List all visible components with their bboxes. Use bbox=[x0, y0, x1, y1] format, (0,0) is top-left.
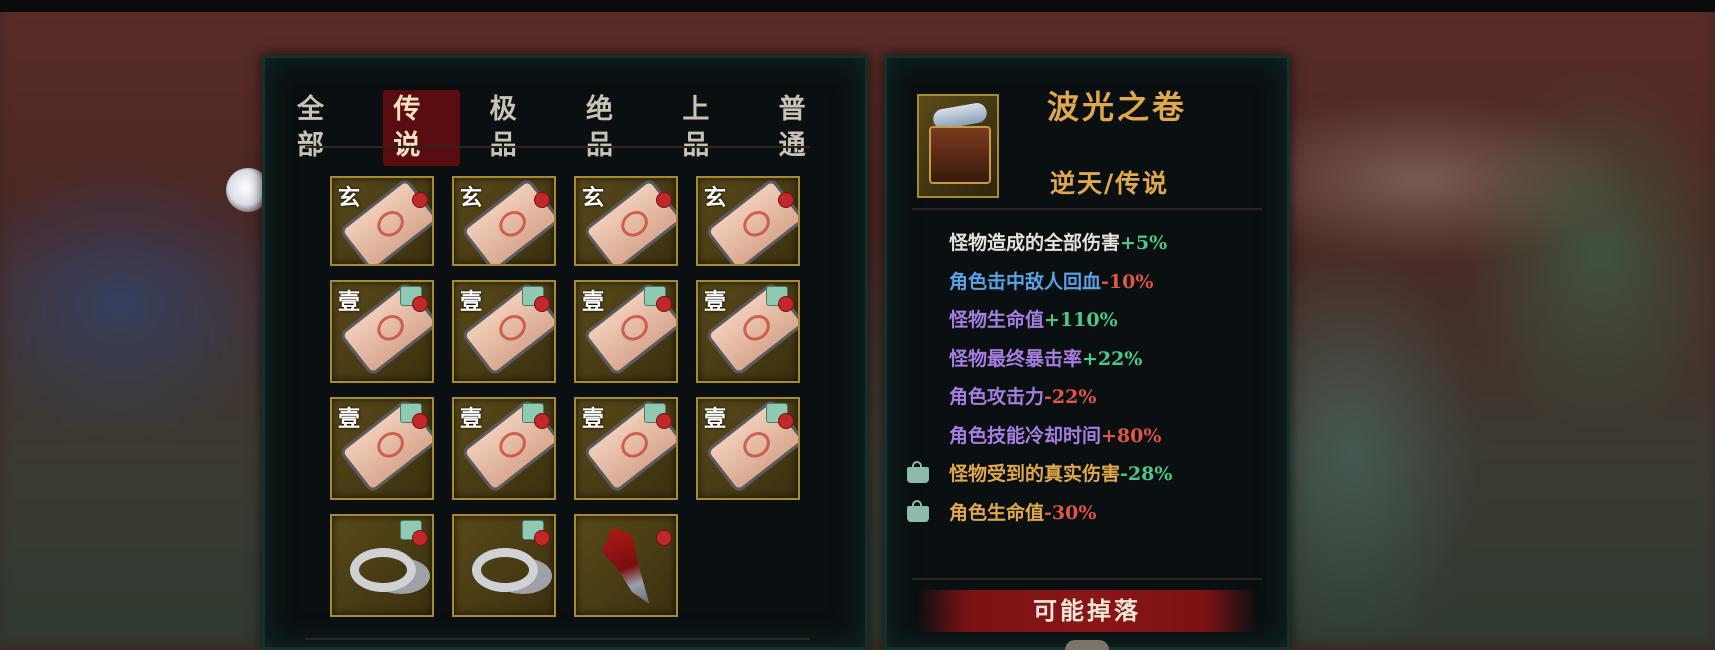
stat-label: 角色技能冷却时间 bbox=[949, 424, 1102, 447]
stat-row: 角色生命值-30% bbox=[887, 494, 1287, 533]
stat-label: 怪物造成的全部伤害 bbox=[949, 232, 1121, 254]
rank-label: 壹 bbox=[338, 406, 361, 432]
scroll-chest-icon bbox=[917, 94, 999, 198]
new-badge-icon bbox=[656, 296, 672, 312]
stat-row: 怪物生命值+110% bbox=[887, 301, 1287, 340]
item-slot[interactable]: 玄 bbox=[452, 176, 556, 266]
new-badge-icon bbox=[534, 530, 550, 546]
stat-value: -22% bbox=[1044, 386, 1097, 408]
stat-row: 怪物造成的全部伤害+5% bbox=[887, 224, 1287, 263]
new-badge-icon bbox=[778, 413, 794, 429]
item-slot[interactable]: 壹 bbox=[452, 397, 556, 500]
rank-label: 壹 bbox=[338, 289, 361, 315]
item-slot[interactable]: 壹 bbox=[452, 280, 556, 383]
tab-rare[interactable]: 绝品 bbox=[576, 90, 652, 166]
item-slot[interactable]: 壹 bbox=[696, 397, 800, 500]
grid-bottom-divider bbox=[305, 638, 810, 640]
item-slot[interactable] bbox=[452, 514, 556, 617]
ring-icon bbox=[472, 548, 538, 592]
stat-value: +22% bbox=[1082, 347, 1143, 370]
tab-superior[interactable]: 上品 bbox=[672, 90, 748, 166]
ring-icon bbox=[350, 548, 416, 592]
lock-icon bbox=[907, 461, 929, 483]
stat-value: +80% bbox=[1101, 424, 1162, 447]
new-badge-icon bbox=[534, 192, 550, 208]
rank-label: 壹 bbox=[460, 289, 483, 315]
stat-row: 怪物最终暴击率+22% bbox=[887, 340, 1287, 379]
stat-value: -28% bbox=[1120, 463, 1173, 485]
stat-row: 角色击中敌人回血-10% bbox=[887, 263, 1287, 302]
tab-all[interactable]: 全部 bbox=[287, 90, 363, 166]
item-slot[interactable]: 壹 bbox=[330, 397, 434, 500]
rank-label: 壹 bbox=[582, 406, 605, 432]
drop-item-icon bbox=[1065, 640, 1109, 650]
stat-label: 怪物最终暴击率 bbox=[949, 347, 1083, 370]
item-slot[interactable] bbox=[330, 514, 434, 617]
item-slot[interactable]: 壹 bbox=[330, 280, 434, 383]
filter-tabs: 全部 传说 极品 绝品 上品 普通 bbox=[287, 90, 865, 166]
new-badge-icon bbox=[656, 192, 672, 208]
item-slot[interactable] bbox=[574, 514, 678, 617]
rank-label: 玄 bbox=[338, 185, 361, 211]
top-bar bbox=[0, 0, 1715, 12]
new-badge-icon bbox=[412, 296, 428, 312]
detail-divider-bottom bbox=[912, 578, 1262, 580]
item-grid: 玄 玄 玄 玄 壹 壹 壹 壹 壹 壹 壹 壹 bbox=[330, 163, 804, 621]
stat-label: 怪物生命值 bbox=[949, 309, 1045, 331]
rank-label: 壹 bbox=[460, 406, 483, 432]
stat-list: 怪物造成的全部伤害+5% 角色击中敌人回血-10% 怪物生命值+110% 怪物最… bbox=[887, 224, 1287, 532]
stat-value: +110% bbox=[1044, 309, 1118, 331]
rank-label: 壹 bbox=[704, 289, 727, 315]
stat-row: 角色技能冷却时间+80% bbox=[887, 417, 1287, 456]
stat-value: -30% bbox=[1044, 501, 1097, 524]
new-badge-icon bbox=[656, 413, 672, 429]
sword-icon bbox=[602, 528, 650, 604]
item-slot[interactable]: 壹 bbox=[574, 397, 678, 500]
item-slot[interactable]: 玄 bbox=[330, 176, 434, 266]
item-grade: 逆天/传说 bbox=[1050, 169, 1170, 198]
item-detail-panel: 波光之卷 逆天/传说 怪物造成的全部伤害+5% 角色击中敌人回血-10% 怪物生… bbox=[884, 55, 1290, 650]
inventory-panel: 全部 传说 极品 绝品 上品 普通 玄 玄 玄 玄 壹 壹 壹 壹 壹 壹 壹 … bbox=[262, 55, 868, 650]
rank-label: 壹 bbox=[704, 406, 727, 432]
stat-label: 角色击中敌人回血 bbox=[949, 270, 1102, 293]
new-badge-icon bbox=[778, 296, 794, 312]
item-slot[interactable]: 玄 bbox=[696, 176, 800, 266]
item-slot[interactable]: 壹 bbox=[574, 280, 678, 383]
stat-value: -10% bbox=[1101, 270, 1154, 293]
tab-legendary[interactable]: 传说 bbox=[383, 90, 460, 166]
tab-common[interactable]: 普通 bbox=[769, 90, 845, 166]
tab-divider bbox=[305, 146, 810, 148]
item-slot[interactable]: 壹 bbox=[696, 280, 800, 383]
stat-label: 角色攻击力 bbox=[949, 386, 1045, 408]
new-badge-icon bbox=[412, 413, 428, 429]
chest-icon bbox=[929, 126, 991, 184]
tab-supreme[interactable]: 极品 bbox=[480, 90, 556, 166]
stat-value: +5% bbox=[1120, 232, 1168, 254]
new-badge-icon bbox=[412, 530, 428, 546]
lock-icon bbox=[907, 499, 929, 522]
new-badge-icon bbox=[534, 413, 550, 429]
new-badge-icon bbox=[412, 192, 428, 208]
rank-label: 玄 bbox=[460, 185, 483, 211]
item-slot[interactable]: 玄 bbox=[574, 176, 678, 266]
item-name: 波光之卷 bbox=[1047, 88, 1188, 126]
stat-row: 角色攻击力-22% bbox=[887, 378, 1287, 417]
stat-label: 怪物受到的真实伤害 bbox=[949, 463, 1121, 485]
new-badge-icon bbox=[534, 296, 550, 312]
possible-drops-header: 可能掉落 bbox=[917, 590, 1257, 632]
stat-row: 怪物受到的真实伤害-28% bbox=[887, 455, 1287, 494]
new-badge-icon bbox=[778, 192, 794, 208]
rank-label: 玄 bbox=[582, 185, 605, 211]
rank-label: 壹 bbox=[582, 289, 605, 315]
stat-label: 角色生命值 bbox=[949, 501, 1045, 524]
new-badge-icon bbox=[656, 530, 672, 546]
detail-divider bbox=[912, 208, 1262, 210]
rank-label: 玄 bbox=[704, 185, 727, 211]
